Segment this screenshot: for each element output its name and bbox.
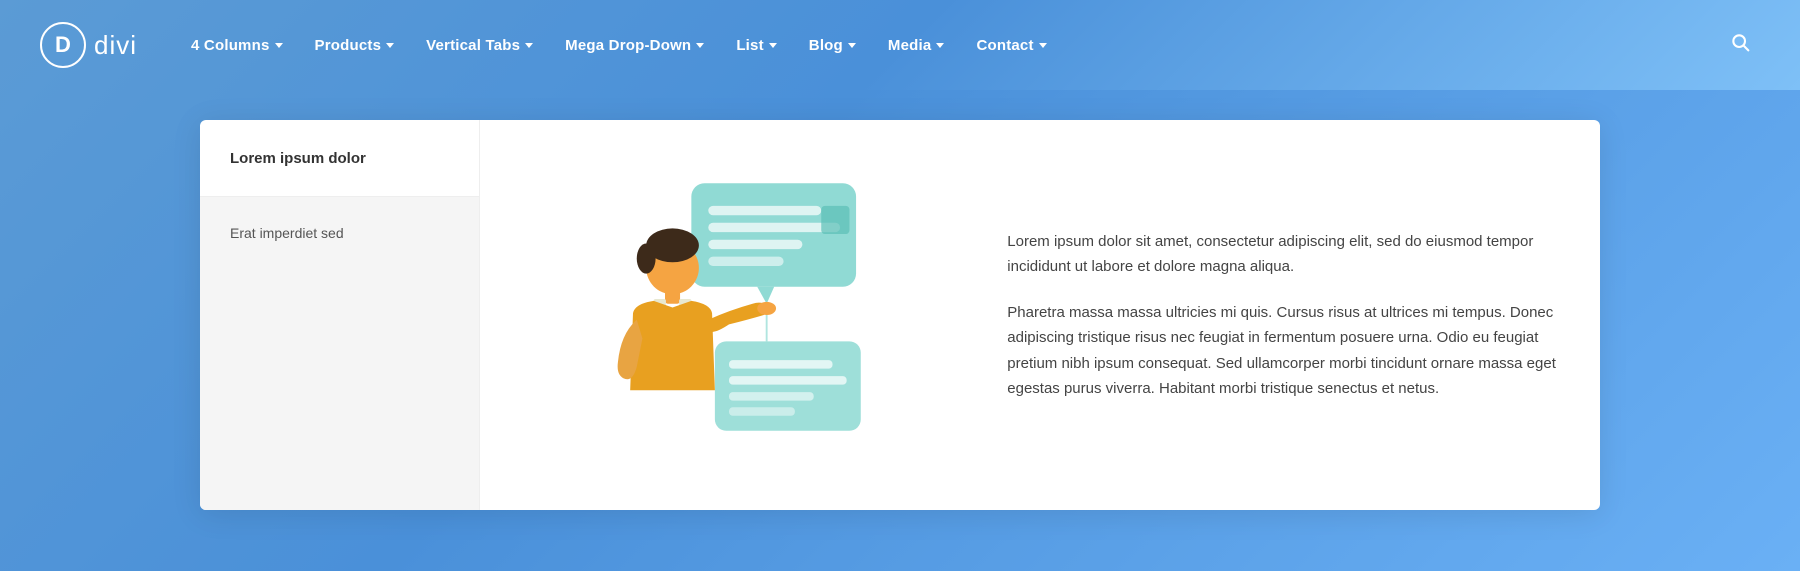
card-text: Lorem ipsum dolor sit amet, consectetur … [977, 120, 1600, 510]
card-illustration [480, 120, 977, 510]
chevron-down-icon [275, 43, 283, 48]
content-card: Lorem ipsum dolor Erat imperdiet sed [200, 120, 1600, 510]
logo-text: divi [94, 30, 137, 61]
chevron-down-icon [1039, 43, 1047, 48]
logo[interactable]: D divi [40, 22, 137, 68]
chevron-down-icon [936, 43, 944, 48]
sidebar-item-1[interactable]: Lorem ipsum dolor [200, 120, 479, 197]
chevron-down-icon [696, 43, 704, 48]
logo-circle: D [40, 22, 86, 68]
chevron-down-icon [848, 43, 856, 48]
paragraph-2: Pharetra massa massa ultricies mi quis. … [1007, 300, 1556, 402]
nav-item-list[interactable]: List [722, 31, 790, 60]
paragraph-1: Lorem ipsum dolor sit amet, consectetur … [1007, 229, 1556, 280]
nav-item-products[interactable]: Products [301, 31, 409, 60]
header: D divi 4 Columns Products Vertical Tabs … [0, 0, 1800, 90]
nav-item-megadropdown[interactable]: Mega Drop-Down [551, 31, 718, 60]
main-nav: 4 Columns Products Vertical Tabs Mega Dr… [177, 31, 1720, 60]
chevron-down-icon [386, 43, 394, 48]
sidebar-item-2[interactable]: Erat imperdiet sed [200, 197, 479, 510]
nav-item-blog[interactable]: Blog [795, 31, 870, 60]
card-sidebar: Lorem ipsum dolor Erat imperdiet sed [200, 120, 480, 510]
search-button[interactable] [1720, 26, 1760, 64]
chevron-down-icon [525, 43, 533, 48]
illustration-svg [569, 155, 889, 475]
nav-item-media[interactable]: Media [874, 31, 959, 60]
chevron-down-icon [769, 43, 777, 48]
nav-item-4columns[interactable]: 4 Columns [177, 31, 296, 60]
nav-item-verticaltabs[interactable]: Vertical Tabs [412, 31, 547, 60]
main-content: Lorem ipsum dolor Erat imperdiet sed [0, 90, 1800, 571]
nav-item-contact[interactable]: Contact [962, 31, 1060, 60]
